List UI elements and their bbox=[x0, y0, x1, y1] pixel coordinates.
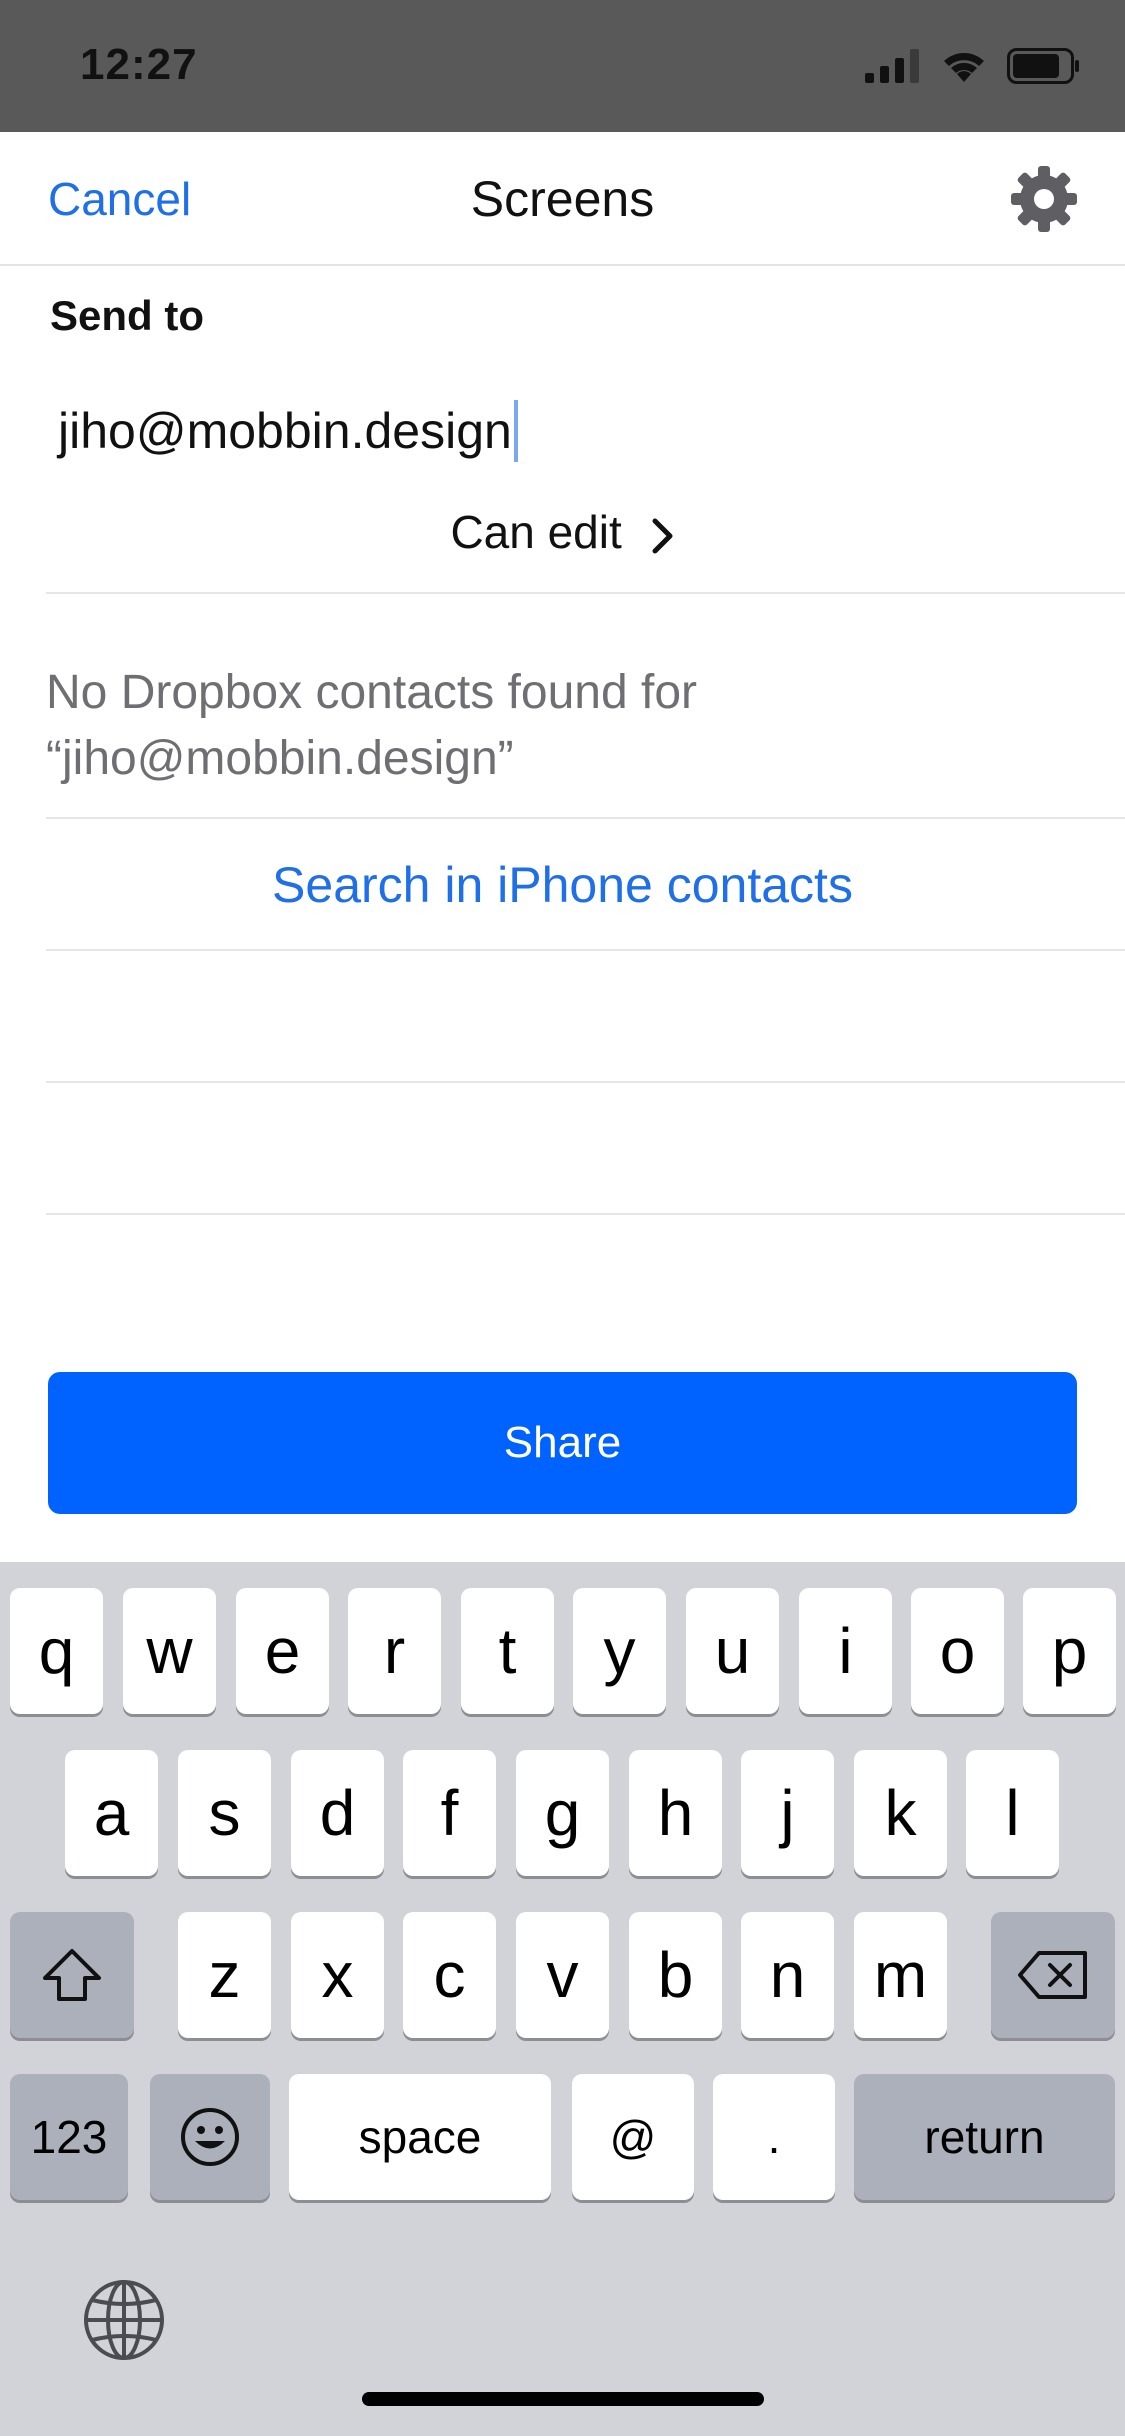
divider bbox=[46, 1213, 1125, 1215]
space-key[interactable]: space bbox=[289, 2074, 551, 2200]
search-iphone-contacts-link[interactable]: Search in iPhone contacts bbox=[0, 856, 1125, 914]
text-cursor bbox=[513, 400, 518, 462]
page-title: Screens bbox=[470, 171, 655, 227]
key-i[interactable]: i bbox=[799, 1588, 892, 1714]
permission-label: Can edit bbox=[450, 506, 622, 558]
delete-key[interactable] bbox=[991, 1912, 1115, 2038]
key-w[interactable]: w bbox=[123, 1588, 216, 1714]
return-key[interactable]: return bbox=[854, 2074, 1115, 2200]
key-h[interactable]: h bbox=[629, 1750, 722, 1876]
no-contacts-line-1: No Dropbox contacts found for bbox=[46, 666, 698, 719]
key-b[interactable]: b bbox=[629, 1912, 722, 2038]
key-k[interactable]: k bbox=[854, 1750, 947, 1876]
key-d[interactable]: d bbox=[291, 1750, 384, 1876]
navigation-bar: Cancel Screens bbox=[0, 132, 1125, 266]
at-key[interactable]: @ bbox=[572, 2074, 694, 2200]
emoji-icon bbox=[181, 2108, 239, 2166]
divider bbox=[46, 1081, 1125, 1083]
key-x[interactable]: x bbox=[291, 1912, 384, 2038]
status-time: 12:27 bbox=[80, 40, 198, 89]
globe-icon[interactable] bbox=[80, 2276, 168, 2364]
shift-key[interactable] bbox=[10, 1912, 134, 2038]
status-bar: 12:27 bbox=[0, 0, 1125, 132]
key-y[interactable]: y bbox=[573, 1588, 666, 1714]
key-o[interactable]: o bbox=[911, 1588, 1004, 1714]
key-l[interactable]: l bbox=[966, 1750, 1059, 1876]
send-to-label: Send to bbox=[50, 292, 204, 339]
key-t[interactable]: t bbox=[461, 1588, 554, 1714]
numbers-key[interactable]: 123 bbox=[10, 2074, 128, 2200]
keyboard: q w e r t y u i o p a s d f g h j k l z … bbox=[0, 1562, 1125, 2436]
key-q[interactable]: q bbox=[10, 1588, 103, 1714]
key-z[interactable]: z bbox=[178, 1912, 271, 2038]
no-contacts-message: No Dropbox contacts found for “jiho@mobb… bbox=[46, 660, 1046, 792]
key-c[interactable]: c bbox=[403, 1912, 496, 2038]
home-indicator bbox=[362, 2392, 764, 2406]
recipient-input[interactable]: jiho@mobbin.design bbox=[58, 400, 518, 462]
no-contacts-line-2: “jiho@mobbin.design” bbox=[46, 732, 514, 785]
chevron-right-icon bbox=[652, 518, 673, 554]
backspace-icon bbox=[1018, 1951, 1087, 1999]
battery-icon bbox=[1007, 48, 1079, 84]
key-r[interactable]: r bbox=[348, 1588, 441, 1714]
share-button[interactable]: Share bbox=[48, 1372, 1077, 1514]
shift-icon bbox=[43, 1949, 101, 2001]
key-j[interactable]: j bbox=[741, 1750, 834, 1876]
key-p[interactable]: p bbox=[1023, 1588, 1116, 1714]
recipient-value: jiho@mobbin.design bbox=[58, 403, 512, 459]
key-m[interactable]: m bbox=[854, 1912, 947, 2038]
divider bbox=[46, 949, 1125, 951]
permission-selector[interactable]: Can edit bbox=[0, 505, 1125, 559]
status-icons bbox=[865, 48, 1081, 84]
key-g[interactable]: g bbox=[516, 1750, 609, 1876]
key-a[interactable]: a bbox=[65, 1750, 158, 1876]
key-f[interactable]: f bbox=[403, 1750, 496, 1876]
key-v[interactable]: v bbox=[516, 1912, 609, 2038]
key-s[interactable]: s bbox=[178, 1750, 271, 1876]
signal-icon bbox=[865, 49, 919, 83]
period-key[interactable]: . bbox=[713, 2074, 835, 2200]
key-u[interactable]: u bbox=[686, 1588, 779, 1714]
key-e[interactable]: e bbox=[236, 1588, 329, 1714]
gear-icon[interactable] bbox=[1009, 164, 1079, 234]
wifi-icon bbox=[944, 53, 984, 82]
divider bbox=[46, 592, 1125, 594]
key-n[interactable]: n bbox=[741, 1912, 834, 2038]
emoji-key[interactable] bbox=[150, 2074, 270, 2200]
divider bbox=[46, 817, 1125, 819]
